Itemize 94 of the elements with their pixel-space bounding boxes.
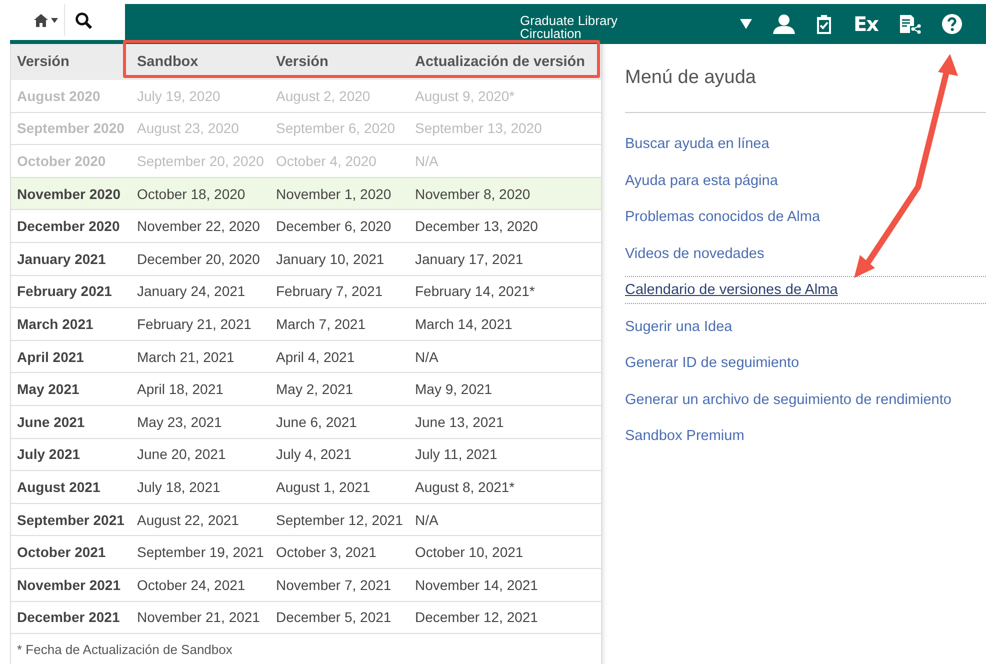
table-cell-text: June 13, 2021 xyxy=(414,414,504,430)
table-cell-text: August 9, 2020* xyxy=(414,88,515,104)
library-name[interactable]: Circulation xyxy=(520,27,618,40)
table-cell-text: July 18, 2021 xyxy=(136,478,222,495)
table-cell-text: March 21, 2021 xyxy=(136,348,236,365)
table-cell-text: June 2021 xyxy=(16,414,86,430)
table-cell-text: November 14, 2021 xyxy=(414,576,538,593)
table-cell-text: August 2020 xyxy=(16,88,102,104)
column-header: Versión xyxy=(16,54,70,70)
table-cell-text: December 20, 2020 xyxy=(136,250,261,267)
table-cell-text: December 2021 xyxy=(16,609,121,626)
table-cell-text: September 2020 xyxy=(16,120,126,136)
table-cell-text: April 4, 2021 xyxy=(275,348,356,365)
ex-logo[interactable]: Ex xyxy=(853,12,878,36)
table-cell-text: July 2021 xyxy=(16,446,82,462)
table-cell-text: December 12, 2021 xyxy=(414,609,538,626)
clipboard-check-icon[interactable] xyxy=(816,14,832,34)
caret-icon xyxy=(51,18,58,22)
search-icon xyxy=(75,12,92,28)
help-menu-title: Menú de ayuda xyxy=(625,67,757,89)
table-cell-text: May 9, 2021 xyxy=(414,381,492,398)
table-cell-text: October 3, 2021 xyxy=(275,544,378,560)
table-cell-text: July 11, 2021 xyxy=(414,446,498,462)
table-cell-text: February 21, 2021 xyxy=(136,316,252,332)
table-cell-text: March 14, 2021 xyxy=(414,316,512,332)
table-cell-text: October 24, 2021 xyxy=(136,576,246,593)
table-cell-text: October 2020 xyxy=(16,152,107,169)
help-link[interactable]: Buscar ayuda en línea xyxy=(625,130,986,166)
table-cell-text: October 18, 2020 xyxy=(136,186,246,202)
help-link[interactable]: Sugerir una Idea xyxy=(625,312,986,349)
help-link[interactable]: Sandbox Premium xyxy=(625,422,986,458)
table-cell-text: June 20, 2021 xyxy=(136,446,227,462)
table-cell-text: August 8, 2021* xyxy=(414,478,515,495)
help-link[interactable]: Calendario de versiones de Alma xyxy=(625,276,986,304)
column-header: Sandbox xyxy=(136,54,200,70)
help-link[interactable]: Problemas conocidos de Alma xyxy=(625,203,986,240)
dropdown-triangle-icon[interactable] xyxy=(740,19,752,29)
table-cell-text: September 20, 2020 xyxy=(136,152,265,169)
table-cell-text: September 12, 2021 xyxy=(275,512,404,528)
help-link[interactable]: Ayuda para esta página xyxy=(625,166,986,203)
table-cell-text: May 23, 2021 xyxy=(136,414,223,430)
table-cell-text: November 1, 2020 xyxy=(275,186,392,202)
table-cell-text: May 2021 xyxy=(16,381,80,398)
table-cell-text: October 10, 2021 xyxy=(414,544,524,560)
table-cell-text: N/A xyxy=(414,348,438,365)
table-cell-text: November 22, 2020 xyxy=(136,218,261,234)
table-cell-text: March 2021 xyxy=(16,316,94,332)
table-cell-text: July 4, 2021 xyxy=(275,446,352,462)
table-cell-text: N/A xyxy=(414,152,438,169)
table-cell-text: January 2021 xyxy=(16,250,107,267)
table-cell-text: January 10, 2021 xyxy=(275,250,386,267)
table-cell-text: January 24, 2021 xyxy=(136,283,246,300)
table-cell-text: October 4, 2020 xyxy=(275,152,378,169)
help-icon[interactable] xyxy=(942,14,962,34)
table-cell-text: February 14, 2021* xyxy=(414,283,535,300)
column-header: Versión xyxy=(275,54,330,70)
column-header: Actualización de versión xyxy=(414,54,586,70)
table-cell-text: August 2, 2020 xyxy=(275,88,372,104)
table-cell-text: November 21, 2021 xyxy=(136,609,261,626)
table-cell-text: September 6, 2020 xyxy=(275,120,396,136)
table-cell-text: February 2021 xyxy=(16,283,113,300)
table-cell-text: November 2021 xyxy=(16,576,122,593)
table-cell-text: July 19, 2020 xyxy=(136,88,222,104)
help-link[interactable]: Generar ID de seguimiento xyxy=(625,349,986,386)
home-icon xyxy=(34,14,48,26)
table-cell-text: August 2021 xyxy=(16,478,102,495)
table-cell-text: March 7, 2021 xyxy=(275,316,366,332)
help-link[interactable]: Videos de novedades xyxy=(625,240,986,276)
table-cell-text: October 2021 xyxy=(16,544,107,560)
table-cell-text: N/A xyxy=(414,512,438,528)
table-cell-text: December 2020 xyxy=(16,218,121,234)
user-icon[interactable] xyxy=(773,14,796,34)
table-cell-text: January 17, 2021 xyxy=(414,250,524,267)
table-cell-text: May 2, 2021 xyxy=(275,381,354,398)
library-name[interactable]: Graduate Library xyxy=(520,14,618,27)
table-cell-text: September 2021 xyxy=(16,512,126,528)
table-cell-text: December 5, 2021 xyxy=(275,609,392,626)
table-cell-text: April 18, 2021 xyxy=(136,381,224,398)
table-cell-text: August 22, 2021 xyxy=(136,512,240,528)
table-cell-text: August 23, 2020 xyxy=(136,120,240,136)
table-cell-text: November 8, 2020 xyxy=(414,186,530,202)
table-cell-text: August 1, 2021 xyxy=(275,478,372,495)
help-link[interactable]: Generar un archivo de seguimiento de rendimiento xyxy=(625,386,986,422)
table-cell-text: November 7, 2021 xyxy=(275,576,392,593)
table-cell-text: April 2021 xyxy=(16,348,85,365)
document-share-icon[interactable] xyxy=(899,14,921,34)
table-cell-text: December 13, 2020 xyxy=(414,218,538,234)
table-cell-text: September 19, 2021 xyxy=(136,544,265,560)
footnote: * Fecha de Actualización de Sandbox xyxy=(17,642,232,657)
table-cell-text: June 6, 2021 xyxy=(275,414,358,430)
table-cell-text: February 7, 2021 xyxy=(275,283,384,300)
table-cell-text: September 13, 2020 xyxy=(414,120,542,136)
table-cell-text: December 6, 2020 xyxy=(275,218,392,234)
table-cell-text: November 2020 xyxy=(16,186,122,202)
